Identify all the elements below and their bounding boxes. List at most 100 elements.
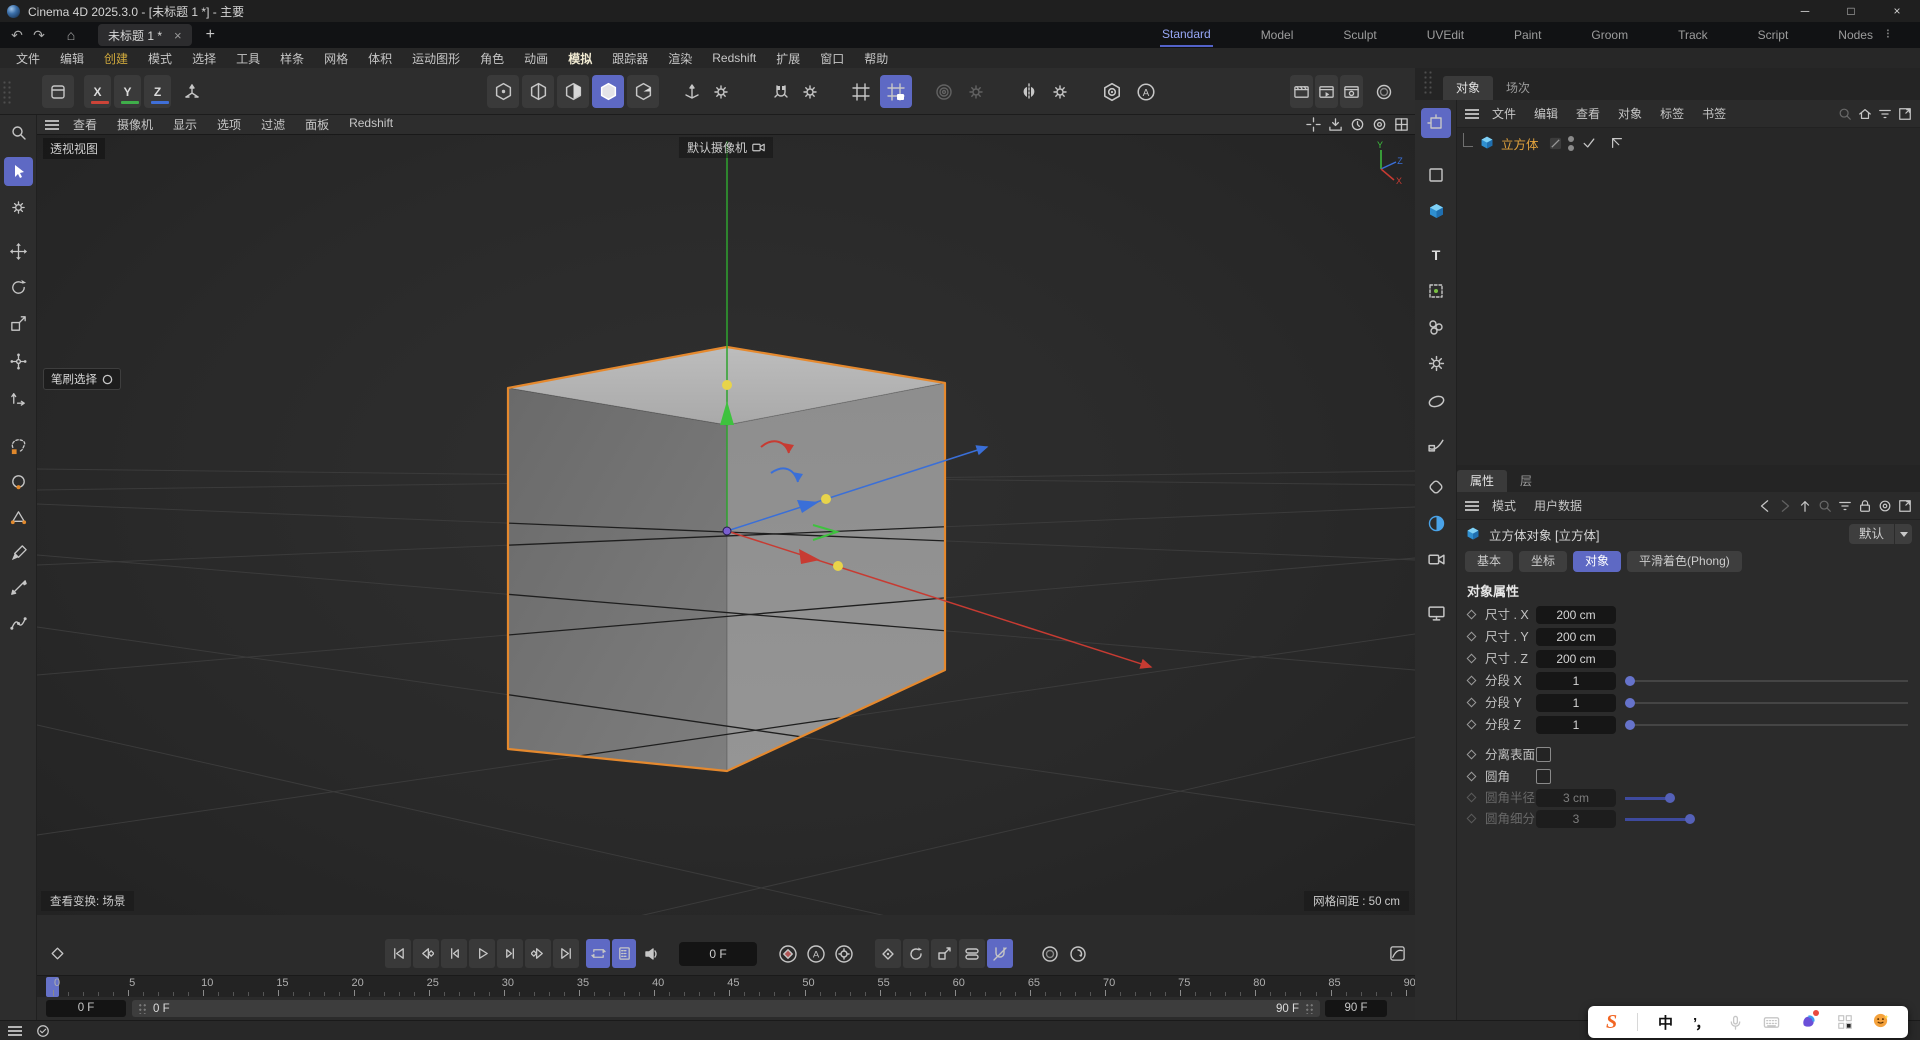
am-menu-icon[interactable] <box>1465 501 1479 511</box>
visibility-dots[interactable] <box>1568 136 1574 151</box>
new-tab-button[interactable]: + <box>206 26 215 44</box>
knife-tool-icon[interactable] <box>4 573 33 602</box>
attribute-section-tab-1[interactable]: 坐标 <box>1519 551 1567 572</box>
ime-emoji-icon[interactable] <box>1873 1012 1890 1032</box>
ime-language-toggle[interactable]: 中 <box>1658 1012 1673 1033</box>
subdivision-surface-icon[interactable] <box>1421 386 1451 416</box>
viewport-menu-item-2[interactable]: 显示 <box>163 116 207 133</box>
goto-end-button[interactable] <box>553 939 579 968</box>
menubar-item-4[interactable]: 选择 <box>182 50 226 67</box>
x-scale-handle[interactable] <box>833 561 843 571</box>
key-snap-toggle-button[interactable] <box>987 939 1013 968</box>
keyframe-dot-icon[interactable] <box>1467 814 1477 824</box>
layout-tab-3[interactable]: UVEdit <box>1425 24 1466 46</box>
preset-dropdown[interactable]: 默认 <box>1849 524 1912 544</box>
menubar-item-2[interactable]: 创建 <box>94 50 138 67</box>
instance-icon[interactable] <box>1421 276 1451 306</box>
brush-tool-icon[interactable] <box>4 539 33 568</box>
ime-skin-icon[interactable] <box>1800 1012 1817 1032</box>
minimize-button[interactable]: ─ <box>1782 0 1828 22</box>
attribute-checkbox[interactable] <box>1536 747 1551 762</box>
viewport-menu-item-5[interactable]: 面板 <box>295 116 339 133</box>
next-key-button[interactable] <box>525 939 551 968</box>
om-filter-icon[interactable] <box>1878 107 1892 121</box>
grid-icon[interactable] <box>845 75 877 108</box>
attribute-value-field[interactable]: 1 <box>1536 672 1616 690</box>
attribute-slider[interactable] <box>1625 818 1908 820</box>
menubar-item-10[interactable]: 角色 <box>470 50 514 67</box>
brush-select-tool-icon[interactable] <box>4 431 33 460</box>
om-menu-icon[interactable] <box>1465 109 1479 119</box>
layout-tab-6[interactable]: Track <box>1676 24 1710 46</box>
slider-handle[interactable] <box>1685 814 1695 824</box>
gizmo-center[interactable] <box>723 527 731 535</box>
attribute-value-field[interactable]: 3 cm <box>1536 789 1616 807</box>
field-icon[interactable] <box>1421 508 1451 538</box>
layout-tab-5[interactable]: Groom <box>1589 24 1630 46</box>
ime-keyboard-icon[interactable] <box>1763 1014 1780 1031</box>
menubar-item-0[interactable]: 文件 <box>6 50 50 67</box>
tool-options-gear-icon[interactable] <box>4 193 33 222</box>
lock-x-axis-button[interactable]: X <box>84 75 111 108</box>
key-position-button[interactable] <box>875 939 901 968</box>
ime-logo[interactable]: S <box>1606 1011 1617 1034</box>
sweep-generator-icon[interactable] <box>1421 428 1451 458</box>
object-row-cube[interactable]: 立方体 <box>1457 132 1920 154</box>
goto-start-button[interactable] <box>385 939 411 968</box>
range-left-grip[interactable] <box>138 1003 147 1014</box>
slider-handle[interactable] <box>1665 793 1675 803</box>
axis-settings-gear-icon[interactable] <box>705 75 737 108</box>
prev-frame-button[interactable] <box>441 939 467 968</box>
menubar-item-14[interactable]: 渲染 <box>658 50 702 67</box>
preset-dropdown-arrow[interactable] <box>1894 524 1912 544</box>
quantize-icon[interactable] <box>928 75 960 108</box>
plane-primitive-icon[interactable] <box>1421 160 1451 190</box>
snap-settings-gear-icon[interactable] <box>794 75 826 108</box>
convert-editable-icon[interactable] <box>1421 108 1451 138</box>
coordinate-system-icon[interactable] <box>176 75 208 108</box>
modeling-settings-icon[interactable] <box>1096 75 1128 108</box>
live-selection-tool[interactable] <box>4 157 33 186</box>
interactive-render-icon[interactable] <box>1368 75 1400 108</box>
ime-mic-icon[interactable] <box>1728 1015 1743 1030</box>
attribute-value-field[interactable]: 3 <box>1536 810 1616 828</box>
editor-state-icon[interactable] <box>1549 137 1562 150</box>
symmetry-icon[interactable] <box>1013 75 1045 108</box>
cube-primitive-icon[interactable] <box>1421 196 1451 226</box>
om-menu-item-1[interactable]: 编辑 <box>1525 105 1567 122</box>
play-button[interactable] <box>469 939 495 968</box>
om-menu-item-0[interactable]: 文件 <box>1483 105 1525 122</box>
am-target-icon[interactable] <box>1878 499 1892 513</box>
ime-toolbar[interactable]: S 中 ’， <box>1588 1006 1908 1038</box>
viewport-menu-item-1[interactable]: 摄像机 <box>107 116 163 133</box>
keyframe-dot-icon[interactable] <box>1467 698 1477 708</box>
object-tree[interactable]: 立方体 <box>1457 128 1920 465</box>
menubar-item-1[interactable]: 编辑 <box>50 50 94 67</box>
selection-fill-tool-icon[interactable] <box>4 503 33 532</box>
panel-grip[interactable] <box>1423 70 1433 94</box>
record-options-button[interactable] <box>1065 939 1091 968</box>
om-menu-item-4[interactable]: 标签 <box>1651 105 1693 122</box>
render-settings-icon[interactable] <box>1340 75 1363 108</box>
attribute-value-field[interactable]: 200 cm <box>1536 628 1616 646</box>
phong-tag-icon[interactable] <box>1610 136 1624 150</box>
range-slider[interactable]: 0 F 90 F <box>132 1000 1320 1017</box>
status-menu-icon[interactable] <box>8 1026 22 1036</box>
document-tab[interactable]: 未标题 1 * × <box>98 24 192 46</box>
attribute-checkbox[interactable] <box>1536 769 1551 784</box>
layout-tab-0[interactable]: Standard <box>1160 23 1213 47</box>
om-tab-0[interactable]: 对象 <box>1443 76 1493 100</box>
loop-mode-button[interactable] <box>586 939 610 968</box>
layout-tab-7[interactable]: Script <box>1756 24 1791 46</box>
polygons-mode-icon[interactable] <box>557 75 589 108</box>
layout-tab-1[interactable]: Model <box>1259 24 1296 46</box>
axis-modify-icon[interactable] <box>676 75 708 108</box>
am-filter-icon[interactable] <box>1838 499 1852 513</box>
auto-mode-icon[interactable]: A <box>1130 75 1162 108</box>
dock-download-icon[interactable] <box>1328 117 1343 132</box>
attribute-slider[interactable] <box>1625 797 1908 799</box>
am-lock-icon[interactable] <box>1858 499 1872 513</box>
om-expand-icon[interactable] <box>1898 107 1912 121</box>
keyframe-dot-icon[interactable] <box>1467 793 1477 803</box>
layout-tab-8[interactable]: Nodes <box>1836 24 1875 46</box>
